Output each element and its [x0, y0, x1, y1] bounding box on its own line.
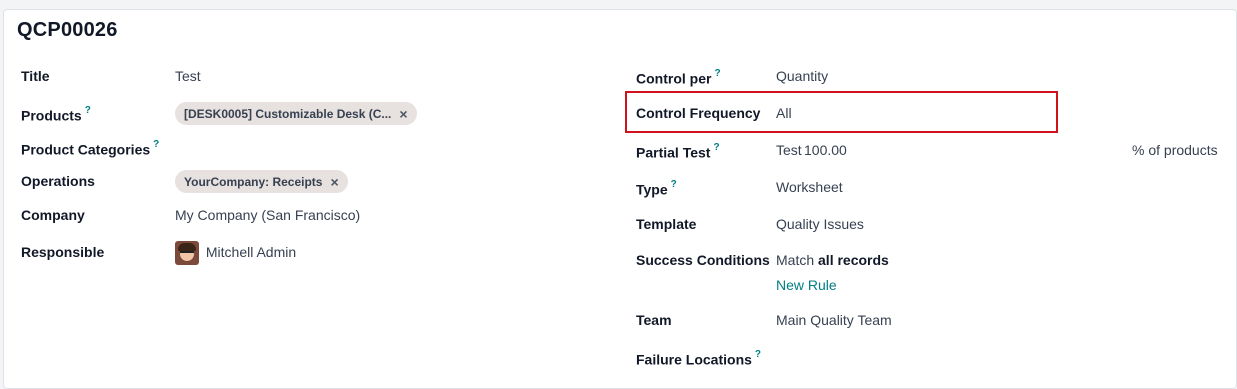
field-type: Type? Worksheet — [636, 175, 1226, 199]
help-tooltip-icon[interactable]: ? — [755, 349, 761, 360]
operations-tag: YourCompany: Receipts × — [175, 170, 348, 193]
field-title: Title Test — [21, 64, 581, 88]
help-tooltip-icon[interactable]: ? — [713, 142, 719, 153]
partial-test-number-input[interactable]: 100.00 — [804, 138, 847, 162]
highlight-box — [625, 91, 1058, 133]
control-per-label: Control per — [636, 70, 712, 87]
remove-tag-icon[interactable]: × — [330, 174, 338, 190]
failure-locations-label: Failure Locations — [636, 351, 752, 368]
failure-locations-input[interactable] — [776, 345, 1076, 369]
field-team: Team Main Quality Team — [636, 308, 1226, 332]
help-tooltip-icon[interactable]: ? — [153, 139, 159, 150]
control-per-select[interactable]: Quantity — [776, 64, 828, 88]
company-input[interactable]: My Company (San Francisco) — [175, 203, 360, 227]
avatar — [175, 241, 199, 266]
remove-tag-icon[interactable]: × — [399, 106, 407, 122]
new-rule-row: New Rule — [776, 273, 896, 297]
new-rule-link[interactable]: New Rule — [776, 273, 837, 297]
success-conditions-label: Success Conditions — [636, 252, 770, 268]
title-label: Title — [21, 68, 50, 84]
field-success-conditions: Success Conditions Match all records — [636, 248, 1226, 272]
record-title: QCP00026 — [17, 19, 118, 41]
operations-tag-label: YourCompany: Receipts — [184, 174, 323, 189]
field-control-per: Control per? Quantity — [636, 64, 1226, 88]
partial-test-value: Test — [776, 142, 802, 158]
product-categories-label: Product Categories — [21, 141, 151, 158]
responsible-input[interactable]: Mitchell Admin — [175, 240, 297, 266]
field-product-categories: Product Categories? — [21, 135, 581, 159]
partial-test-label: Partial Test — [636, 144, 711, 161]
responsible-name: Mitchell Admin — [205, 244, 297, 260]
success-prefix: Match — [776, 252, 815, 268]
field-failure-locations: Failure Locations? — [636, 345, 1226, 369]
help-tooltip-icon[interactable]: ? — [671, 179, 677, 190]
help-tooltip-icon[interactable]: ? — [714, 68, 720, 79]
field-partial-test: Partial Test? Test 100.00 % of products — [636, 138, 1226, 162]
operations-label: Operations — [21, 173, 95, 189]
products-tag-label: [DESK0005] Customizable Desk (C... — [184, 106, 392, 121]
title-input[interactable]: Test — [175, 64, 201, 88]
product-categories-input[interactable] — [175, 135, 475, 159]
template-label: Template — [636, 216, 697, 232]
type-label: Type — [636, 181, 668, 198]
success-conditions-value: Match all records — [776, 248, 889, 272]
products-tag: [DESK0005] Customizable Desk (C... × — [175, 102, 417, 125]
company-label: Company — [21, 207, 85, 223]
template-select[interactable]: Quality Issues — [776, 212, 864, 236]
responsible-label: Responsible — [21, 244, 105, 260]
field-responsible: Responsible Mitchell Admin — [21, 240, 581, 266]
products-label: Products — [21, 107, 82, 124]
field-products: Products? [DESK0005] Customizable Desk (… — [21, 101, 581, 125]
team-select[interactable]: Main Quality Team — [776, 308, 892, 332]
field-operations: Operations YourCompany: Receipts × — [21, 169, 581, 193]
success-bold: all records — [818, 252, 889, 268]
type-select[interactable]: Worksheet — [776, 175, 843, 199]
help-tooltip-icon[interactable]: ? — [85, 105, 91, 116]
team-label: Team — [636, 312, 672, 328]
field-template: Template Quality Issues — [636, 212, 1226, 236]
partial-test-unit: % of products — [1132, 142, 1218, 158]
field-company: Company My Company (San Francisco) — [21, 203, 581, 227]
